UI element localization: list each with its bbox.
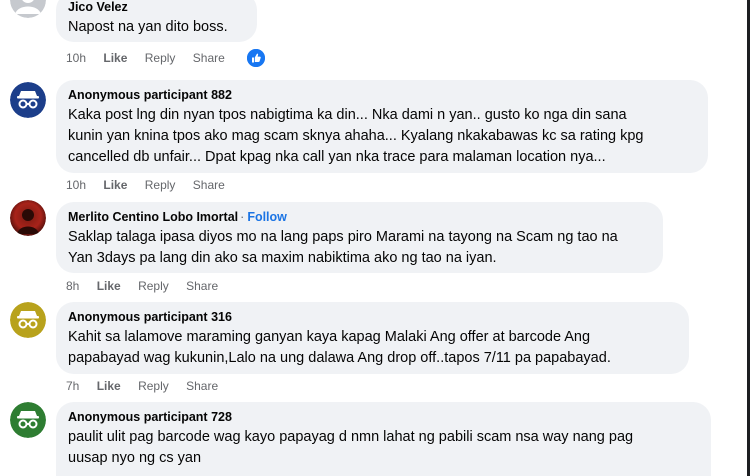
share-button[interactable]: Share xyxy=(186,379,218,393)
reply-button[interactable]: Reply xyxy=(145,178,176,192)
comment-bubble: Jico Velez Napost na yan dito boss. xyxy=(56,0,257,42)
like-button[interactable]: Like xyxy=(97,379,121,393)
comment-timestamp[interactable]: 7h xyxy=(66,379,79,393)
comment-bubble: Merlito Centino Lobo Imortal · Follow Sakl… xyxy=(56,202,663,273)
comment-timestamp[interactable]: 10h xyxy=(66,51,86,65)
reply-button[interactable]: Reply xyxy=(138,379,169,393)
anonymous-avatar[interactable] xyxy=(10,82,46,118)
comment-bubble: Anonymous participant 728 paulit ulit pa… xyxy=(56,402,711,476)
follow-button[interactable]: Follow xyxy=(247,210,287,224)
name-separator: · xyxy=(240,210,245,224)
comment-timestamp[interactable]: 10h xyxy=(66,178,86,192)
comment-actions: 7h Like Reply Share xyxy=(66,378,232,394)
share-button[interactable]: Share xyxy=(193,51,225,65)
anonymous-avatar[interactable] xyxy=(10,302,46,338)
like-reaction-icon[interactable] xyxy=(247,49,265,67)
reply-button[interactable]: Reply xyxy=(138,279,169,293)
comment-timestamp[interactable]: 8h xyxy=(66,279,79,293)
comment-actions: 8h Like Reply Share xyxy=(66,278,232,294)
default-profile-avatar[interactable] xyxy=(10,0,46,18)
commenter-name[interactable]: Anonymous participant 882 xyxy=(68,87,696,103)
comment-text: Kahit sa lalamove maraming ganyan kaya k… xyxy=(68,329,611,366)
comment-actions: 10h Like Reply Share xyxy=(66,50,239,66)
commenter-name[interactable]: Jico Velez xyxy=(68,0,245,15)
commenter-name[interactable]: Anonymous participant 728 xyxy=(68,409,699,425)
comment-text: paulit ulit pag barcode wag kayo papayag… xyxy=(68,429,634,466)
comment-text: Kaka post lng din nyan tpos nabigtima ka… xyxy=(68,107,644,165)
comment-actions: 10h Like Reply Share xyxy=(66,177,239,193)
reply-button[interactable]: Reply xyxy=(145,51,176,65)
comment-bubble: Anonymous participant 882 Kaka post lng … xyxy=(56,80,708,173)
like-button[interactable]: Like xyxy=(103,178,127,192)
share-button[interactable]: Share xyxy=(193,178,225,192)
share-button[interactable]: Share xyxy=(186,279,218,293)
comment-bubble: Anonymous participant 316 Kahit sa lalam… xyxy=(56,302,689,374)
commenter-name[interactable]: Anonymous participant 316 xyxy=(68,309,677,325)
like-button[interactable]: Like xyxy=(97,279,121,293)
commenter-name[interactable]: Merlito Centino Lobo Imortal xyxy=(68,210,238,224)
commenter-name-row: Merlito Centino Lobo Imortal · Follow xyxy=(68,209,651,225)
anonymous-avatar[interactable] xyxy=(10,402,46,438)
like-button[interactable]: Like xyxy=(103,51,127,65)
profile-photo-avatar[interactable] xyxy=(10,200,46,236)
comment-text: Saklap talaga ipasa diyos mo na lang pap… xyxy=(68,229,618,266)
comment-text: Napost na yan dito boss. xyxy=(68,19,228,35)
